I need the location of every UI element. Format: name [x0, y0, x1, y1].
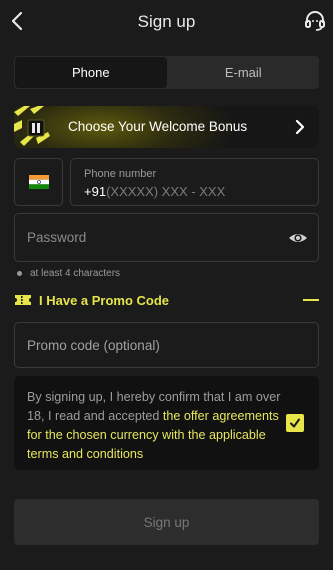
header: Sign up	[0, 0, 333, 44]
phone-mask: (XXXXX) XXX - XXX	[106, 184, 226, 199]
password-input[interactable]: Password	[27, 230, 86, 245]
eye-icon[interactable]	[288, 228, 308, 248]
password-hint-text: at least 4 characters	[30, 268, 121, 279]
promo-code-field[interactable]: Promo code (optional)	[14, 322, 319, 368]
promo-toggle[interactable]: I Have a Promo Code	[14, 291, 319, 311]
phone-input[interactable]: +91(XXXXX) XXX - XXX	[84, 184, 225, 199]
country-selector[interactable]	[14, 158, 63, 206]
india-flag-icon	[28, 175, 49, 189]
support-button[interactable]	[303, 9, 327, 33]
ticket-icon	[15, 295, 31, 305]
bonus-label: Choose Your Welcome Bonus	[68, 119, 248, 134]
phone-label: Phone number	[84, 168, 157, 180]
phone-field[interactable]: Phone number +91(XXXXX) XXX - XXX	[70, 158, 319, 206]
welcome-bonus-banner[interactable]: Choose Your Welcome Bonus	[14, 106, 319, 148]
consent-text: By signing up, I hereby confirm that I a…	[27, 388, 285, 464]
consent-checkbox[interactable]	[286, 414, 304, 432]
checkmark-icon	[290, 418, 300, 428]
headset-icon	[305, 11, 325, 31]
tab-phone[interactable]: Phone	[15, 57, 167, 88]
consent-panel: By signing up, I hereby confirm that I a…	[14, 376, 319, 470]
signup-method-tabs: Phone E-mail	[14, 56, 319, 89]
phone-country-code: +91	[84, 184, 107, 199]
page-title: Sign up	[137, 12, 196, 31]
signup-button[interactable]: Sign up	[14, 499, 319, 545]
minus-icon[interactable]	[303, 299, 319, 301]
bullet-icon	[17, 271, 22, 276]
password-field[interactable]: Password	[14, 213, 319, 262]
promo-code-input[interactable]: Promo code (optional)	[27, 338, 160, 353]
password-hint: at least 4 characters	[17, 268, 120, 279]
bonus-graphic-icon	[14, 106, 50, 146]
promo-toggle-label: I Have a Promo Code	[39, 293, 170, 308]
tab-email[interactable]: E-mail	[168, 56, 320, 89]
chevron-right-icon	[295, 119, 305, 135]
